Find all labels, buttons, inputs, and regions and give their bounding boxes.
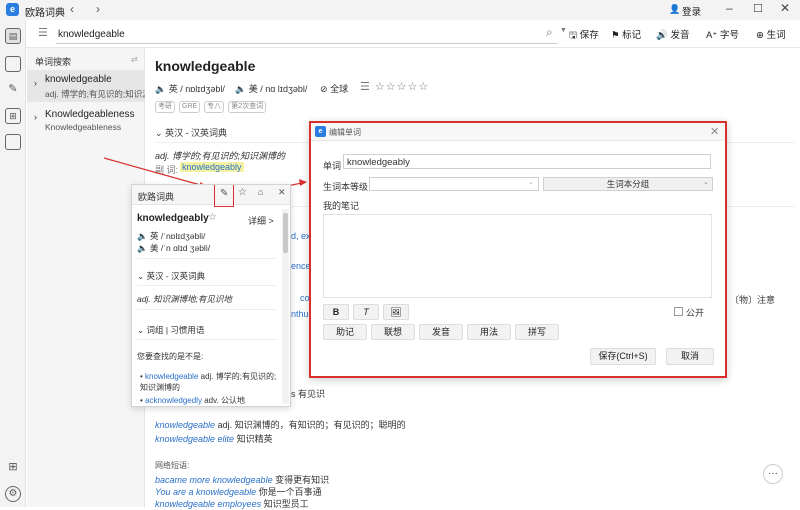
suggest-hint: 您要查找的是不是: [137,352,204,361]
italic-button[interactable]: T [353,304,379,320]
word-label: 单词 [323,161,342,171]
dialog-logo-icon: e [315,126,326,137]
suggestion-link[interactable]: knowledgeable [145,372,198,381]
suggestion-item: • knowledgeable adj. 博学的;有见识的;知识渊博的 [140,372,277,392]
arrow-head [299,179,307,186]
popup-section[interactable]: ⌄ 词组 | 习惯用语 [137,324,204,336]
detail-link[interactable]: 详细 > [248,214,274,227]
divider [137,339,277,340]
star-icon[interactable]: ☆ [238,187,247,198]
popup-pron-us[interactable]: 🔈 美 /ˈn ɑlɪd ʒəbli/ [137,242,210,254]
popup-def: adj. 知识渊博地;有见识地 [137,294,232,304]
section-title: 英汉 - 汉英词典 [146,271,206,281]
cancel-button[interactable]: 取消 [666,348,714,365]
arrow-line [103,157,205,187]
speaker-icon: 🔈 [137,231,148,241]
tab-spelling[interactable]: 拼写 [515,324,559,340]
chevron-down-icon: ⌄ [137,271,145,281]
suggestion-item: • acknowledgedly adv. 公认地 [140,396,245,405]
scrollbar-thumb[interactable] [283,213,288,253]
tab-pronunciation[interactable]: 发音 [419,324,463,340]
public-label: 公开 [686,308,705,318]
suggestion-def: adv. 公认地 [204,396,245,405]
speaker-icon: 🔈 [137,243,148,253]
dialog-header [311,123,725,141]
tab-association[interactable]: 联想 [371,324,415,340]
pron-text: 英 /ˈnɒlɪdʒəbli/ [149,231,206,241]
popup-section[interactable]: ⌄ 英汉 - 汉英词典 [137,270,205,282]
word-value: knowledgeably [347,157,410,168]
image-icon: 🖼 [390,307,402,317]
group-placeholder: 生词本分组 [606,179,650,189]
tab-usage[interactable]: 用法 [467,324,511,340]
group-select[interactable]: 生词本分组 [543,177,713,191]
popup-word: knowledgeably [137,213,209,224]
public-checkbox[interactable] [674,307,683,316]
popup-title: 欧路词典 [138,192,175,202]
chevron-down-icon: ⌄ [528,179,534,186]
divider [137,285,277,286]
pron-text: 美 /ˈn ɑlɪd ʒəbli/ [149,243,211,253]
tag-icon[interactable]: ⌂ [258,187,263,197]
level-select[interactable] [369,177,539,191]
section-title: 词组 | 习惯用语 [146,325,205,335]
bold-button[interactable]: B [323,304,349,320]
edit-icon[interactable]: ✎ [220,188,228,199]
chevron-down-icon: ⌄ [137,325,145,335]
suggestion-link[interactable]: acknowledgedly [145,396,202,405]
word-input[interactable]: knowledgeably [343,154,711,169]
divider [137,258,277,259]
dialog-close-icon[interactable]: ✕ [710,125,719,138]
star-icon[interactable]: ☆ [208,212,217,223]
popup-pron-uk[interactable]: 🔈 英 /ˈnɒlɪdʒəbli/ [137,230,205,242]
notes-label: 我的笔记 [323,201,360,211]
chevron-down-icon: ⌄ [703,179,709,186]
divider [137,309,277,310]
popup-close-icon[interactable]: ✕ [278,187,286,198]
tab-mnemonic[interactable]: 助记 [323,324,367,340]
level-label: 生词本等级 [323,182,369,192]
popup-dictionary: 欧路词典 ✎ ☆ ⌂ ✕ knowledgeably ☆ 详细 > 🔈 英 /ˈ… [131,184,291,407]
dialog-title: 编辑单词 [329,128,361,137]
image-button[interactable]: 🖼 [383,304,409,320]
save-dialog-button[interactable]: 保存(Ctrl+S) [590,348,656,365]
notes-textarea[interactable] [323,214,712,298]
edit-word-dialog: e 编辑单词 ✕ 单词 knowledgeably 生词本等级 ⌄ 生词本分组 … [309,121,727,378]
